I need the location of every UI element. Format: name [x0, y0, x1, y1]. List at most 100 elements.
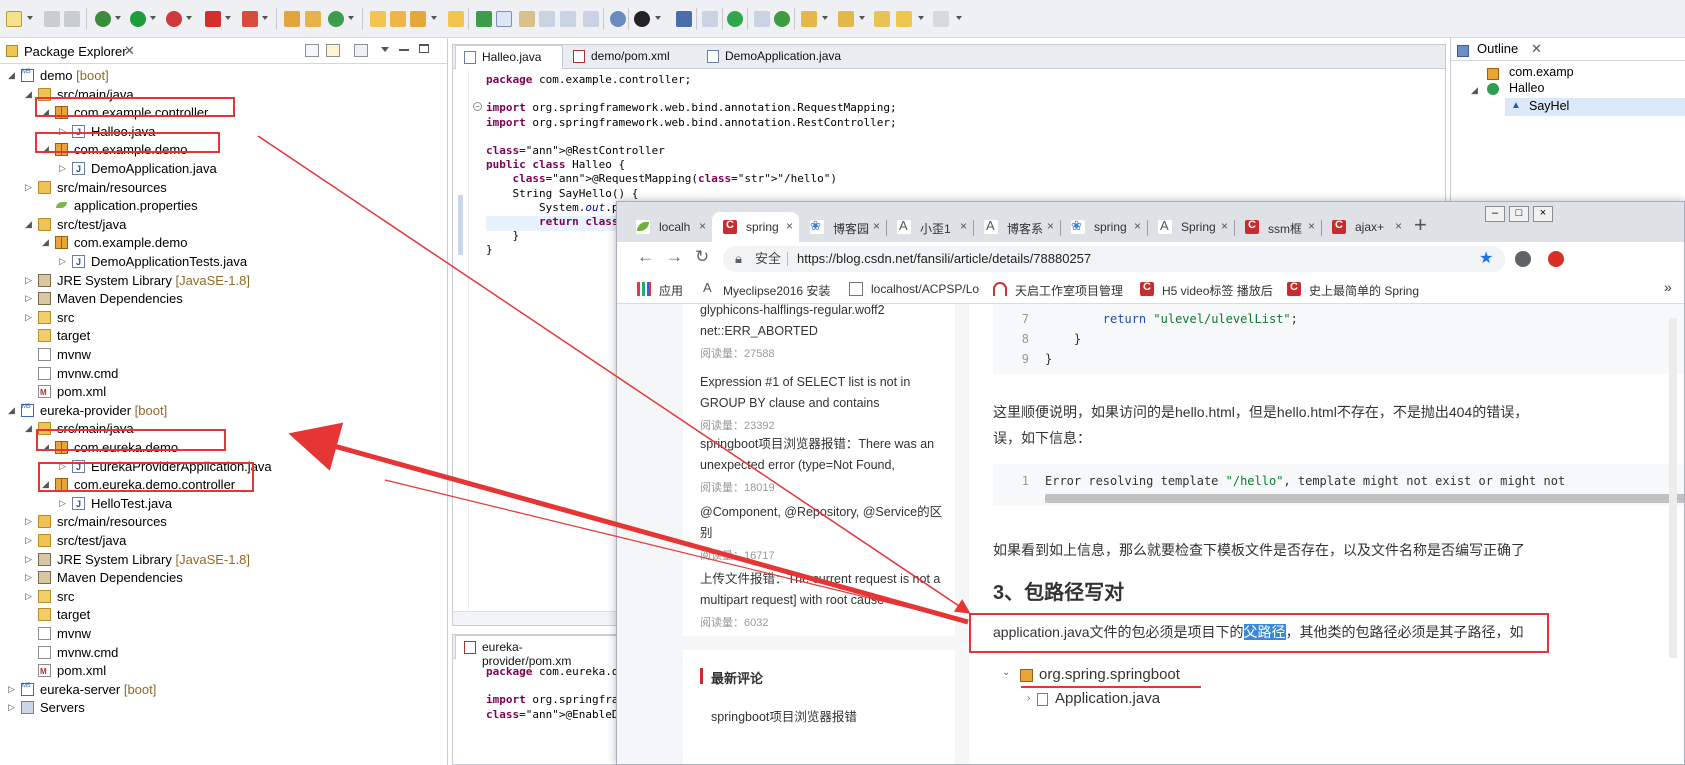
sidebar-article-link[interactable]: 上传文件报错：The current request is not a mult…	[700, 569, 950, 611]
outline-item-method[interactable]: SayHel	[1529, 99, 1569, 113]
security-label[interactable]: 安全	[755, 246, 781, 272]
close-tab-icon[interactable]: ×	[1395, 219, 1402, 233]
browser-tab[interactable]: 小歪1 ×	[886, 212, 973, 242]
last-edit-location-icon[interactable]	[874, 11, 890, 27]
format-icon[interactable]	[583, 11, 599, 27]
tree-item[interactable]: ▷ src	[0, 587, 447, 606]
tab-demo-pom[interactable]: demo/pom.xml	[565, 45, 695, 69]
tree-item[interactable]: ▷ HelloTest.java	[0, 494, 447, 514]
tree-item[interactable]: ▷ eureka-server [boot]	[0, 677, 447, 699]
maximize-window-icon[interactable]: □	[1509, 206, 1529, 222]
next-annotation-dropdown-icon[interactable]	[822, 16, 828, 20]
expand-icon[interactable]: ▷	[8, 680, 18, 699]
tree-item[interactable]: mvnw	[0, 345, 447, 364]
expand-icon[interactable]: ▷	[25, 271, 35, 290]
tree-item[interactable]: ◢ demo [boot]	[0, 63, 447, 85]
show-whitespace-icon[interactable]	[539, 11, 555, 27]
tree-item[interactable]: pom.xml	[0, 661, 447, 681]
expand-icon[interactable]: ◢	[1471, 85, 1478, 96]
forward-icon[interactable]	[933, 11, 949, 27]
open-task-icon[interactable]	[448, 11, 464, 27]
new-icon[interactable]	[6, 11, 22, 27]
tree-item[interactable]: ◢ eureka-provider [boot]	[0, 398, 447, 420]
open-resource-icon[interactable]	[390, 11, 406, 27]
bookmark-h5-video[interactable]: H5 video标签 播放后	[1140, 281, 1273, 299]
package-explorer-title[interactable]: Package Explorer	[24, 44, 127, 59]
tab-halleo-java[interactable]: Halleo.java	[455, 45, 563, 69]
collapse-icon[interactable]: ›	[1027, 693, 1030, 704]
expand-icon[interactable]: ▷	[25, 308, 35, 327]
back-dropdown-icon[interactable]	[918, 16, 924, 20]
new-java-project-icon[interactable]	[284, 11, 300, 27]
browser-tab[interactable]: ajax+ ×	[1321, 212, 1408, 242]
annotation-icon[interactable]	[476, 11, 492, 27]
new-tab-icon[interactable]: +	[1414, 212, 1427, 238]
tree-item[interactable]: ▷ DemoApplicationTests.java	[0, 252, 447, 272]
sidebar-article-link[interactable]: springboot项目浏览器报错：There was an unexpecte…	[700, 434, 950, 476]
expand-icon[interactable]: ▷	[25, 568, 35, 587]
forward-arrow-icon[interactable]: →	[666, 247, 683, 267]
expand-icon[interactable]: ▷	[25, 587, 35, 606]
tree-item[interactable]: application.properties	[0, 196, 447, 215]
expand-icon[interactable]: ▷	[25, 531, 35, 550]
next-annotation-icon[interactable]	[801, 11, 817, 27]
forward-dropdown-icon[interactable]	[956, 16, 962, 20]
close-tab-icon[interactable]: ×	[699, 219, 706, 233]
save-icon[interactable]	[44, 11, 60, 27]
close-tab-icon[interactable]: ×	[1134, 219, 1141, 233]
tree-item[interactable]: ▷ src	[0, 308, 447, 327]
close-tab-icon[interactable]: ×	[1308, 219, 1315, 233]
bookmarks-overflow[interactable]: »	[1664, 279, 1672, 295]
previous-annotation-dropdown-icon[interactable]	[859, 16, 865, 20]
browser-tab[interactable]: spring ×	[1060, 212, 1147, 242]
tree-item[interactable]: ◢ com.example.demo	[0, 233, 447, 252]
browser-tab[interactable]: localh ×	[625, 212, 712, 242]
link-with-editor-icon[interactable]	[326, 44, 340, 57]
view-filters-icon[interactable]	[354, 44, 368, 57]
browser-tab[interactable]: Spring ×	[1147, 212, 1234, 242]
close-tab-icon[interactable]: ×	[1047, 219, 1054, 233]
page-scrollbar-track[interactable]	[1669, 318, 1677, 658]
bookmark-star-icon[interactable]: ★	[1479, 246, 1493, 272]
expand-icon[interactable]: ▷	[25, 512, 35, 531]
code-line[interactable]	[486, 87, 493, 101]
browser-tab[interactable]: 博客园×	[799, 212, 886, 242]
tree-item[interactable]: ▷ Maven Dependencies	[0, 568, 447, 587]
external-tools-icon[interactable]	[166, 11, 182, 27]
search-dropdown-icon[interactable]	[431, 16, 437, 20]
power-icon[interactable]	[727, 11, 743, 27]
tree-item[interactable]: ▷ Servers	[0, 698, 447, 717]
code-line[interactable]: import org.springframework.web.bind.anno…	[486, 116, 897, 130]
expand-icon[interactable]: ▷	[25, 550, 35, 569]
code-line[interactable]: String SayHello() {	[486, 187, 638, 201]
code-scrollbar[interactable]	[1045, 494, 1684, 503]
tree-item[interactable]: target	[0, 326, 447, 345]
close-icon[interactable]: ✕	[1531, 41, 1542, 57]
expand-icon[interactable]: ⌄	[1002, 667, 1010, 678]
tab-eureka-pom[interactable]: eureka-provider/pom.xm	[455, 635, 621, 668]
reload-icon[interactable]: ↻	[695, 247, 709, 267]
code-line[interactable]: public class Halleo {	[486, 158, 625, 172]
run-icon[interactable]	[130, 11, 146, 27]
open-type-icon[interactable]	[370, 11, 386, 27]
code-line[interactable]: class="ann">@RequestMapping(class="str">…	[486, 172, 838, 186]
expand-icon[interactable]: ▷	[59, 494, 69, 513]
stop-dropdown-icon[interactable]	[225, 16, 231, 20]
collapse-icon[interactable]: ◢	[25, 85, 35, 104]
tree-item[interactable]: ▷ src/main/resources	[0, 512, 447, 531]
tree-item[interactable]: ▷ JRE System Library [JavaSE-1.8]	[0, 550, 447, 569]
tree-item[interactable]: ▷ src/main/resources	[0, 178, 447, 197]
close-icon[interactable]: ✕	[124, 43, 135, 59]
code-line[interactable]: class="ann">@RestController	[486, 144, 665, 158]
browser-tab[interactable]: ssm框 ×	[1234, 212, 1321, 242]
tab-demo-application[interactable]: DemoApplication.java	[699, 45, 849, 69]
sidebar-article-link[interactable]: Expression #1 of SELECT list is not in G…	[700, 372, 950, 414]
outline-item-class[interactable]: Halleo	[1509, 81, 1544, 95]
previous-annotation-icon[interactable]	[838, 11, 854, 27]
close-window-icon[interactable]: ×	[1533, 206, 1553, 222]
user-dropdown-icon[interactable]	[655, 16, 661, 20]
collapse-icon[interactable]: ◢	[42, 233, 52, 252]
expand-icon[interactable]: ▷	[59, 159, 69, 178]
toggle-block-icon[interactable]	[519, 11, 535, 27]
back-arrow-icon[interactable]: ←	[637, 247, 654, 267]
